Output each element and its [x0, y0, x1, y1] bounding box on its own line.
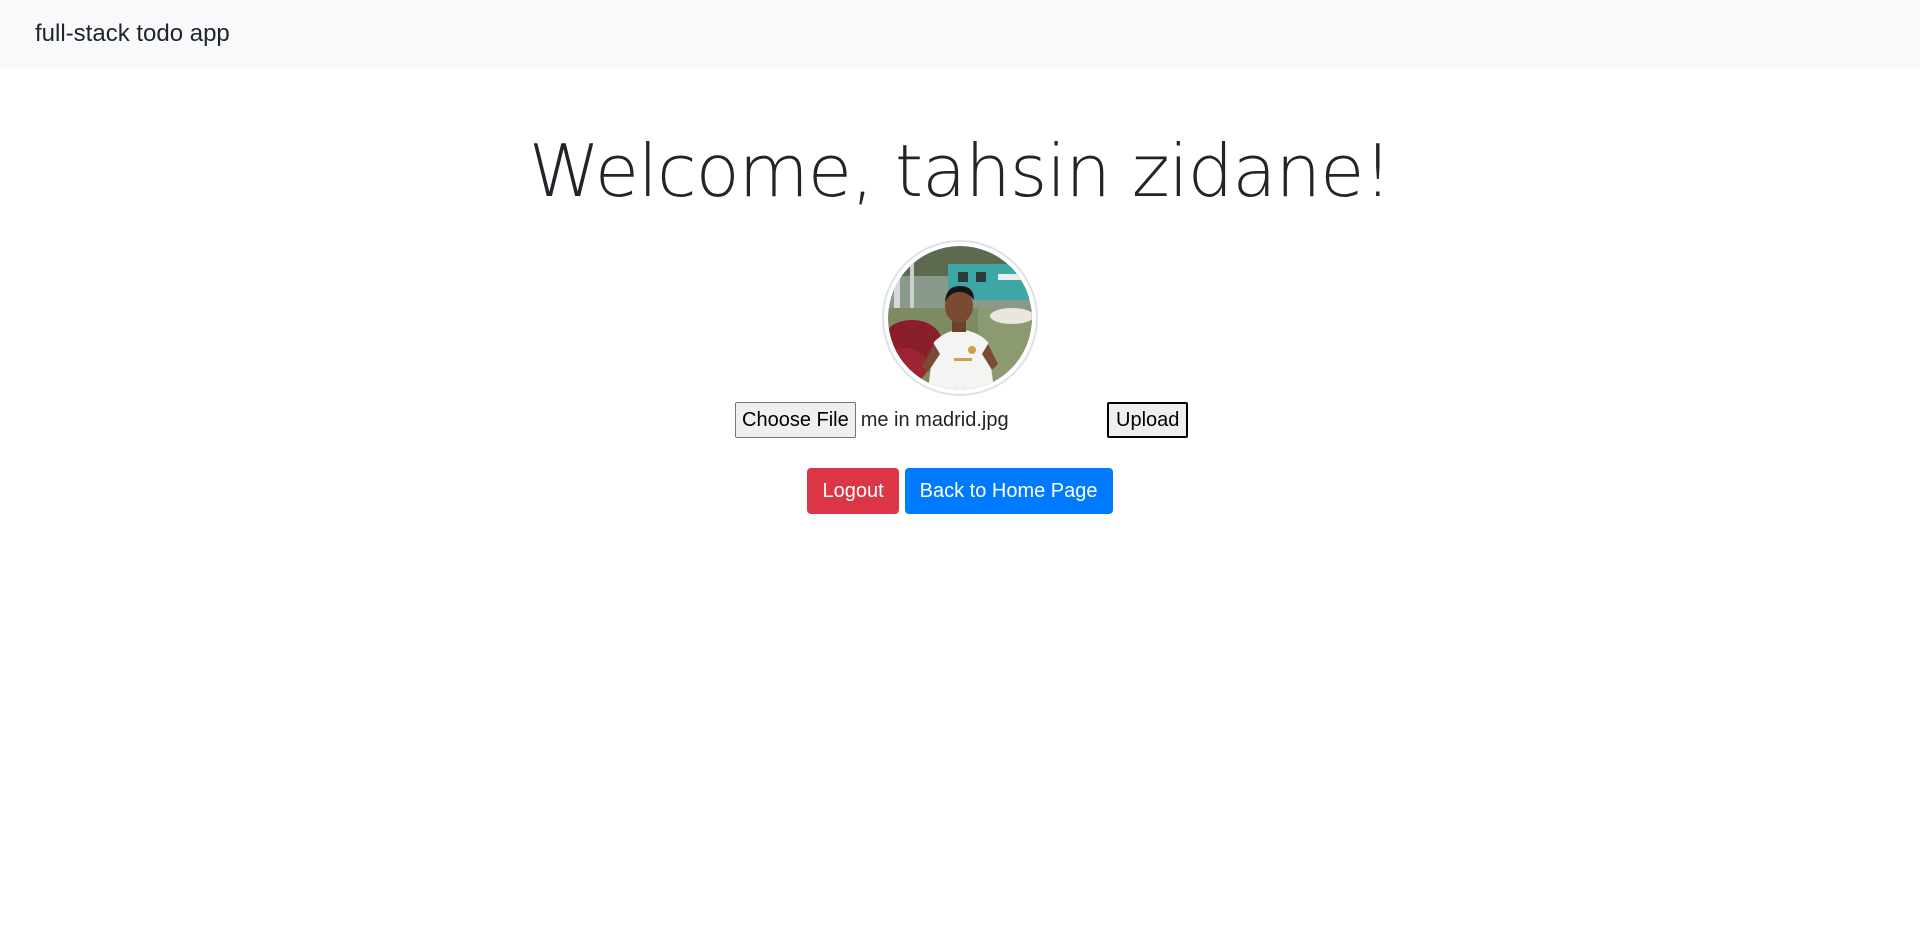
brand-link[interactable]: full-stack todo app — [35, 20, 230, 48]
selected-file-name: me in madrid.jpg — [860, 408, 1009, 431]
navbar: full-stack todo app — [0, 0, 1920, 68]
upload-form: Choose File me in madrid.jpg Upload — [735, 402, 1189, 438]
logout-button[interactable]: Logout — [807, 468, 899, 514]
back-home-button[interactable]: Back to Home Page — [904, 468, 1113, 514]
avatar-frame — [882, 240, 1038, 396]
action-buttons: Logout Back to Home Page — [807, 468, 1113, 514]
avatar — [888, 246, 1032, 390]
upload-button[interactable]: Upload — [1107, 402, 1189, 438]
profile-page: Welcome, tahsin zidane! Choose File me i… — [0, 68, 1920, 514]
page-title: Welcome, tahsin zidane! — [528, 129, 1393, 213]
choose-file-button[interactable]: Choose File — [735, 402, 856, 438]
